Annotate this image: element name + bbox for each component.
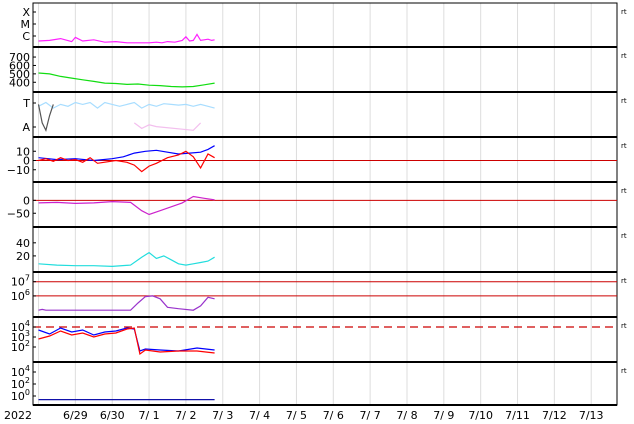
x-tick-label: 7/12 bbox=[542, 409, 567, 422]
y-tick-label: 106 bbox=[11, 288, 30, 303]
x-tick-label: 7/ 3 bbox=[212, 409, 233, 422]
series-line-magenta bbox=[38, 33, 215, 44]
series-line-green bbox=[38, 72, 215, 88]
y-tick-label: −50 bbox=[7, 207, 30, 220]
panel-frame-imf-bz bbox=[32, 136, 618, 183]
panel-frame-dst bbox=[32, 181, 618, 228]
y-tick-label: 400 bbox=[9, 76, 30, 89]
panel-frame-ion-flux bbox=[32, 361, 618, 406]
series-line-cyan bbox=[38, 251, 215, 268]
x-tick-label: 7/ 1 bbox=[138, 409, 159, 422]
space-weather-chart: XMCrt700600500400rtTArt100−10rt0−50rt402… bbox=[4, 2, 627, 422]
x-tick-label: 6/30 bbox=[100, 409, 125, 422]
right-marker: rt bbox=[621, 187, 627, 195]
series-line-red bbox=[38, 327, 215, 356]
right-marker: rt bbox=[621, 142, 627, 150]
right-marker: rt bbox=[621, 322, 627, 330]
right-marker: rt bbox=[621, 8, 627, 16]
y-tick-label: 100 bbox=[11, 388, 30, 403]
y-tick-label: C bbox=[22, 30, 30, 43]
x-tick-label: 7/ 5 bbox=[286, 409, 307, 422]
x-tick-label: 6/29 bbox=[63, 409, 88, 422]
y-tick-label: 102 bbox=[11, 339, 30, 354]
panel-frame-imf-direction bbox=[32, 91, 618, 138]
y-tick-label: 40 bbox=[16, 237, 30, 250]
x-tick-label: 7/ 6 bbox=[323, 409, 344, 422]
x-tick-label: 7/11 bbox=[505, 409, 530, 422]
panel-frame-proton-flux bbox=[32, 316, 618, 363]
right-marker: rt bbox=[621, 367, 627, 375]
y-tick-label: A bbox=[22, 121, 30, 134]
right-marker: rt bbox=[621, 97, 627, 105]
panel-frame-solar-wind-speed bbox=[32, 46, 618, 93]
series-line-violet bbox=[38, 295, 215, 311]
x-tick-label: 7/ 2 bbox=[175, 409, 196, 422]
y-tick-label: 0 bbox=[23, 194, 30, 207]
x-tick-label: 7/10 bbox=[468, 409, 493, 422]
right-marker: rt bbox=[621, 277, 627, 285]
series-line-pink bbox=[133, 122, 202, 131]
x-tick-label: 7/ 9 bbox=[433, 409, 454, 422]
x-tick-label: 7/ 7 bbox=[360, 409, 381, 422]
y-tick-label: 20 bbox=[16, 250, 30, 263]
x-tick-label: 7/13 bbox=[579, 409, 604, 422]
series-line-red bbox=[38, 150, 215, 173]
x-tick-label: 7/ 4 bbox=[249, 409, 270, 422]
series-line-blue bbox=[38, 327, 215, 352]
series-line-purple bbox=[38, 195, 215, 216]
right-marker: rt bbox=[621, 232, 627, 240]
series-line-lightblue bbox=[38, 101, 215, 109]
panel-frame-xray bbox=[32, 2, 618, 48]
x-tick-label: 7/ 8 bbox=[396, 409, 417, 422]
y-tick-label: T bbox=[22, 97, 30, 110]
series-line-gray bbox=[37, 104, 54, 133]
y-tick-label: 107 bbox=[11, 274, 30, 289]
y-tick-label: −10 bbox=[7, 164, 30, 177]
right-marker: rt bbox=[621, 52, 627, 60]
x-tick-label: 2022 bbox=[4, 409, 32, 422]
